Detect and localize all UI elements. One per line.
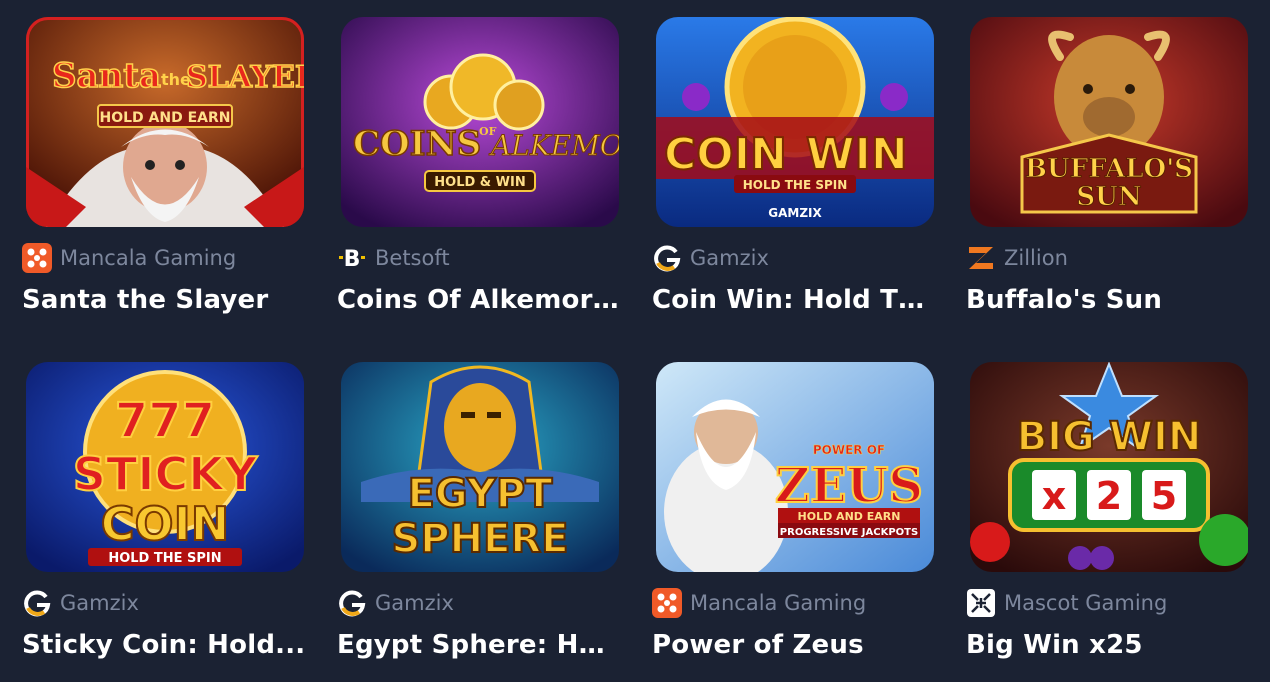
art-text: HOLD & WIN bbox=[434, 175, 525, 190]
game-thumbnail-santa-the-slayer[interactable]: Santa the SLAYER HOLD AND EARN bbox=[26, 17, 304, 227]
game-thumbnail-coin-win[interactable]: COIN WIN HOLD THE SPIN GAMZIX bbox=[656, 17, 934, 227]
art-text: 5 bbox=[1151, 474, 1177, 518]
provider: Mancala Gaming bbox=[652, 588, 934, 618]
art-text: HOLD AND EARN bbox=[798, 510, 901, 523]
game-thumbnail-egypt-sphere[interactable]: EGYPT SPHERE bbox=[341, 362, 619, 572]
provider-name: Mascot Gaming bbox=[1004, 591, 1168, 615]
game-title[interactable]: Santa the Slayer bbox=[22, 285, 307, 315]
art-text: SPHERE bbox=[391, 516, 568, 562]
art-text: 2 bbox=[1096, 474, 1122, 518]
game-card[interactable]: BUFFALO'S SUN Zillion Buffalo's Sun bbox=[966, 17, 1248, 315]
provider: Mascot Gaming bbox=[966, 588, 1248, 618]
provider: Zillion bbox=[966, 243, 1248, 273]
art-text: POWER OF bbox=[813, 443, 885, 457]
art-text: PROGRESSIVE JACKPOTS bbox=[780, 527, 918, 538]
betsoft-icon: B bbox=[337, 243, 367, 273]
provider-name: Betsoft bbox=[375, 246, 450, 270]
art-text: COINS bbox=[353, 124, 481, 164]
game-card[interactable]: COIN WIN HOLD THE SPIN GAMZIX Gamzix Coi… bbox=[652, 17, 937, 315]
art-text: GAMZIX bbox=[768, 206, 822, 220]
art-text: COIN bbox=[101, 497, 229, 551]
art-text: x bbox=[1042, 474, 1067, 518]
game-card[interactable]: Santa the SLAYER HOLD AND EARN Mancala G… bbox=[22, 17, 304, 315]
game-title[interactable]: Coins Of Alkemor ... bbox=[337, 285, 622, 315]
art-text: ZEUS bbox=[775, 458, 923, 514]
game-title[interactable]: Egypt Sphere: Hol... bbox=[337, 630, 622, 660]
game-card[interactable]: 777 STICKY COIN HOLD THE SPIN Gamzix Sti… bbox=[22, 362, 305, 660]
gamzix-icon bbox=[337, 588, 367, 618]
game-card[interactable]: BIG WIN x 2 5 Mascot Gaming Big Win x25 bbox=[966, 362, 1248, 660]
provider: Gamzix bbox=[22, 588, 304, 618]
art-text: Santa bbox=[52, 56, 161, 96]
art-text: HOLD AND EARN bbox=[100, 110, 231, 126]
game-thumbnail-coins-of-alkemor[interactable]: COINS OF ALKEMOR HOLD & WIN bbox=[341, 17, 619, 227]
provider-name: Gamzix bbox=[690, 246, 769, 270]
game-thumbnail-power-of-zeus[interactable]: POWER OF ZEUS HOLD AND EARN PROGRESSIVE … bbox=[656, 362, 934, 572]
zillion-icon bbox=[966, 243, 996, 273]
art-text: ALKEMOR bbox=[488, 129, 619, 162]
art-text: HOLD THE SPIN bbox=[108, 551, 221, 566]
game-title[interactable]: Big Win x25 bbox=[966, 630, 1251, 660]
art-text: STICKY bbox=[73, 447, 258, 501]
art-text: WIN bbox=[806, 129, 908, 180]
provider-name: Mancala Gaming bbox=[690, 591, 867, 615]
provider: Gamzix bbox=[337, 588, 619, 618]
gamzix-icon bbox=[652, 243, 682, 273]
provider-name: Zillion bbox=[1004, 246, 1068, 270]
mancala-icon bbox=[22, 243, 52, 273]
art-text: BIG WIN bbox=[1017, 414, 1202, 460]
provider: Gamzix bbox=[652, 243, 934, 273]
art-text: EGYPT bbox=[408, 471, 554, 517]
game-title[interactable]: Buffalo's Sun bbox=[966, 285, 1251, 315]
game-thumbnail-big-win-x25[interactable]: BIG WIN x 2 5 bbox=[970, 362, 1248, 572]
art-text: SLAYER bbox=[186, 60, 304, 95]
art-text: COIN bbox=[664, 129, 787, 180]
art-text: SUN bbox=[1076, 182, 1141, 212]
mancala-icon bbox=[652, 588, 682, 618]
art-text: 777 bbox=[115, 393, 215, 449]
mascot-icon bbox=[966, 588, 996, 618]
game-thumbnail-sticky-coin[interactable]: 777 STICKY COIN HOLD THE SPIN bbox=[26, 362, 304, 572]
game-card[interactable]: EGYPT SPHERE Gamzix Egypt Sphere: Hol... bbox=[337, 362, 622, 660]
provider: B Betsoft bbox=[337, 243, 619, 273]
game-title[interactable]: Coin Win: Hold Th... bbox=[652, 285, 937, 315]
provider-name: Mancala Gaming bbox=[60, 246, 237, 270]
provider: Mancala Gaming bbox=[22, 243, 304, 273]
gamzix-icon bbox=[22, 588, 52, 618]
svg-text:B: B bbox=[344, 247, 361, 272]
game-card[interactable]: COINS OF ALKEMOR HOLD & WIN B Betsoft Co… bbox=[337, 17, 622, 315]
game-title[interactable]: Power of Zeus bbox=[652, 630, 937, 660]
game-thumbnail-buffalos-sun[interactable]: BUFFALO'S SUN bbox=[970, 17, 1248, 227]
art-text: HOLD THE SPIN bbox=[743, 178, 848, 192]
provider-name: Gamzix bbox=[375, 591, 454, 615]
game-title[interactable]: Sticky Coin: Hold... bbox=[22, 630, 307, 660]
game-card[interactable]: POWER OF ZEUS HOLD AND EARN PROGRESSIVE … bbox=[652, 362, 934, 660]
provider-name: Gamzix bbox=[60, 591, 139, 615]
art-text: BUFFALO'S bbox=[1025, 154, 1193, 184]
